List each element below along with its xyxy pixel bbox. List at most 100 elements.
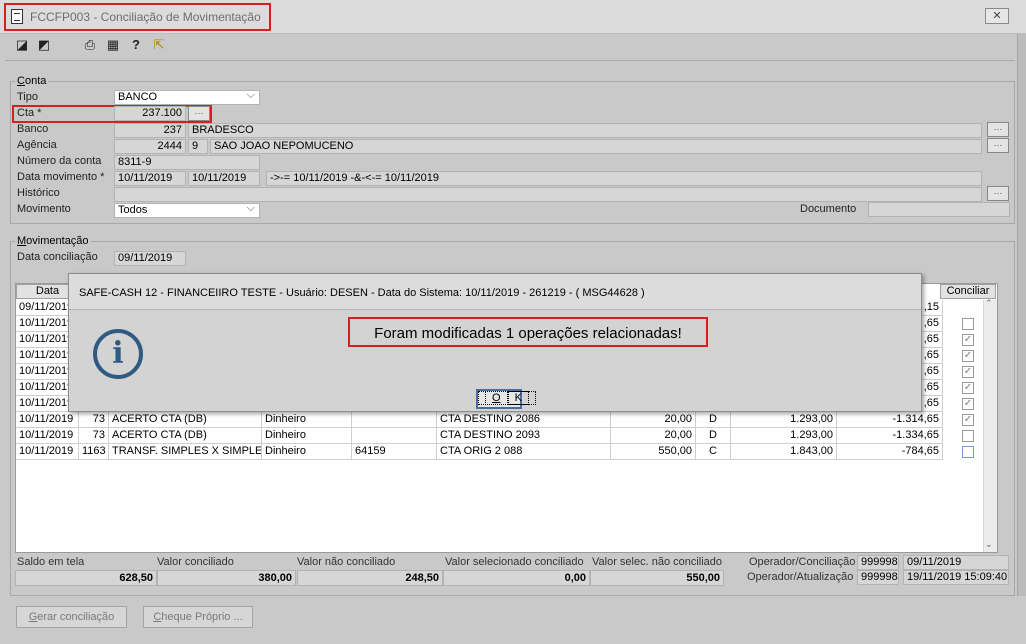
banco-lookup-button[interactable]: ⋯: [987, 122, 1009, 137]
table-cell: -784,65: [837, 444, 943, 460]
banco-name: BRADESCO: [188, 123, 982, 138]
cta-input[interactable]: 237.100: [114, 106, 186, 121]
table-cell: 1.843,00: [731, 444, 837, 460]
gerar-conciliacao-button[interactable]: Gerar conciliação: [16, 606, 127, 628]
conciliar-checkbox[interactable]: ✓: [962, 366, 974, 378]
grid-scrollbar[interactable]: [983, 300, 997, 552]
valor-selec-nao-value: 550,00: [590, 570, 724, 586]
table-cell: 20,00: [611, 428, 696, 444]
table-row[interactable]: 10/11/2019 73 ACERTO CTA (DB) Dinheiro CTA D…: [16, 412, 983, 428]
operador-atualizacao-code: 999998: [857, 570, 899, 585]
agencia-lookup-button[interactable]: ⋯: [987, 138, 1009, 153]
table-cell: 73: [79, 412, 109, 428]
operador-atualizacao-date: 19/11/2019 15:09:40: [903, 570, 1009, 585]
scroll-down-icon[interactable]: ⌄: [985, 539, 993, 550]
data-movimento-to[interactable]: 10/11/2019: [188, 171, 260, 186]
table-cell: 20,00: [611, 412, 696, 428]
toolbar-divider: [5, 60, 1015, 61]
table-cell: 10/11/2019: [16, 444, 79, 460]
saldo-tela-label: Saldo em tela: [17, 556, 85, 568]
message-dialog: SAFE-CASH 12 - FINANCEIIRO TESTE - Usuár…: [68, 273, 922, 412]
saldo-tela-value: 628,50: [15, 570, 157, 586]
cta-label: Cta *: [17, 107, 42, 119]
banco-label: Banco: [17, 123, 49, 135]
close-button[interactable]: ✕: [985, 8, 1009, 24]
dialog-message: Foram modificadas 1 operações relacionad…: [374, 325, 682, 342]
historico-label: Histórico: [17, 187, 60, 199]
table-cell: [352, 428, 437, 444]
numero-conta-field: 8311-9: [114, 155, 260, 170]
table-cell: ACERTO CTA (DB): [109, 428, 262, 444]
table-cell: 1163: [79, 444, 109, 460]
scroll-up-icon[interactable]: ⌃: [985, 298, 993, 309]
cta-lookup-button[interactable]: ⋯: [188, 106, 210, 121]
agencia-name: SAO JOAO NEPOMUCENO: [210, 139, 982, 154]
data-conciliacao-label: Data conciliação: [17, 251, 98, 263]
table-cell: -1.314,65: [837, 412, 943, 428]
table-cell: [352, 412, 437, 428]
valor-selecionado-value: 0,00: [443, 570, 590, 586]
table-cell: 1.293,00: [731, 412, 837, 428]
copy-icon[interactable]: ◩: [36, 37, 52, 53]
data-movimento-expr: ->-= 10/11/2019 -&-<-= 10/11/2019: [266, 171, 982, 186]
conciliar-checkbox[interactable]: ✓: [962, 334, 974, 346]
gerar-label: erar conciliação: [37, 611, 115, 623]
conciliar-checkbox[interactable]: [962, 318, 974, 330]
conciliar-checkbox[interactable]: ✓: [962, 382, 974, 394]
grid-icon[interactable]: ▦: [105, 37, 121, 53]
print-icon[interactable]: ⎙: [82, 37, 98, 53]
table-cell: 73: [79, 428, 109, 444]
table-cell: D: [696, 428, 731, 444]
valor-selec-nao-label: Valor selec. não conciliado: [592, 556, 723, 568]
cheque-proprio-button[interactable]: Cheque Próprio ...: [143, 606, 253, 628]
table-cell: 64159: [352, 444, 437, 460]
documento-label: Documento: [800, 203, 857, 215]
conta-group-label: Conta: [15, 75, 49, 87]
window-scrollbar[interactable]: [1017, 34, 1026, 596]
data-movimento-label: Data movimento *: [17, 171, 105, 183]
cheque-label: heque Próprio ...: [161, 611, 243, 623]
conciliar-checkbox[interactable]: [962, 430, 974, 442]
table-row[interactable]: 10/11/2019 73 ACERTO CTA (DB) Dinheiro CTA D…: [16, 428, 983, 444]
historico-field[interactable]: [114, 187, 982, 202]
historico-lookup-button[interactable]: ⋯: [987, 186, 1009, 201]
header-conciliar[interactable]: Conciliar: [940, 284, 996, 299]
data-movimento-from[interactable]: 10/11/2019: [114, 171, 186, 186]
tipo-select[interactable]: BANCO: [114, 90, 260, 105]
movimentacao-label-rest: ovimentação: [26, 235, 89, 247]
table-cell: Dinheiro: [262, 444, 352, 460]
ok-button[interactable]: OK: [476, 389, 536, 409]
table-cell: 10/11/2019: [16, 412, 79, 428]
agencia-code: 2444: [114, 139, 186, 154]
table-cell: -1.334,65: [837, 428, 943, 444]
table-cell: D: [696, 412, 731, 428]
documento-field[interactable]: [868, 202, 1010, 217]
table-cell: CTA ORIG 2 088: [437, 444, 611, 460]
table-cell: 1.293,00: [731, 428, 837, 444]
table-cell: CTA DESTINO 2086: [437, 412, 611, 428]
banco-code: 237: [114, 123, 186, 138]
movimento-select[interactable]: Todos: [114, 203, 260, 218]
valor-nao-conciliado-label: Valor não conciliado: [297, 556, 396, 568]
table-cell: ACERTO CTA (DB): [109, 412, 262, 428]
data-conciliacao-field[interactable]: 09/11/2019: [114, 251, 186, 266]
table-cell: Dinheiro: [262, 412, 352, 428]
valor-conciliado-value: 380,00: [157, 570, 296, 586]
movimento-label: Movimento: [17, 203, 71, 215]
operador-atualizacao-label: Operador/Atualização: [747, 571, 854, 583]
conciliar-checkbox[interactable]: ✓: [962, 398, 974, 410]
help-icon[interactable]: ?: [128, 37, 144, 53]
agencia-label: Agência: [17, 139, 57, 151]
operador-conciliacao-code: 999998: [857, 555, 899, 570]
dialog-title-bar: SAFE-CASH 12 - FINANCEIIRO TESTE - Usuár…: [69, 274, 921, 310]
table-row[interactable]: 10/11/2019 1163 TRANSF. SIMPLES X SIMPLES D…: [16, 444, 983, 460]
exit-icon[interactable]: ⇱: [151, 37, 167, 53]
operador-conciliacao-label: Operador/Conciliação: [749, 556, 856, 568]
info-icon: i: [93, 329, 143, 379]
conciliar-checkbox[interactable]: ✓: [962, 350, 974, 362]
tipo-label: Tipo: [17, 91, 38, 103]
table-cell: CTA DESTINO 2093: [437, 428, 611, 444]
cursor-icon[interactable]: ◪: [14, 37, 30, 53]
conciliar-checkbox[interactable]: [962, 446, 974, 458]
conciliar-checkbox[interactable]: ✓: [962, 414, 974, 426]
